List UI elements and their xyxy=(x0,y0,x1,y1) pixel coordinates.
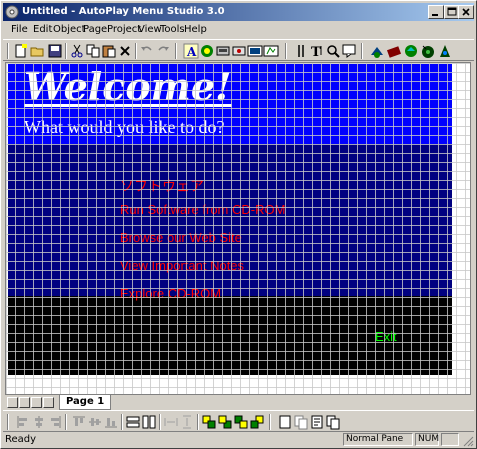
window-title: Untitled - AutoPlay Menu Studio 3.0 xyxy=(22,6,225,17)
image-object-icon[interactable] xyxy=(199,43,215,59)
app-window: Untitled - AutoPlay Menu Studio 3.0 File… xyxy=(0,0,477,449)
delete-icon[interactable] xyxy=(117,43,133,59)
menu-band xyxy=(8,144,452,296)
align-top-icon[interactable] xyxy=(71,414,87,430)
toolbar-separator xyxy=(135,43,137,59)
text-object-icon[interactable]: A xyxy=(183,43,199,59)
app-icon xyxy=(5,5,19,19)
same-width-icon[interactable] xyxy=(125,414,141,430)
menu-object[interactable]: Object xyxy=(53,23,86,37)
properties-icon[interactable] xyxy=(293,43,309,59)
last-page-icon[interactable] xyxy=(43,397,54,408)
menu-edit[interactable]: Edit xyxy=(33,23,52,37)
toolbar-separator xyxy=(65,414,67,430)
menu-bar: File Edit Object Page Project View Tools… xyxy=(3,22,474,38)
same-height-icon[interactable] xyxy=(141,414,157,430)
welcome-subtitle[interactable]: What would you like to do? xyxy=(24,117,224,138)
menu-item-view-notes[interactable]: View Important Notes xyxy=(120,258,244,273)
prev-page-icon[interactable] xyxy=(19,397,30,408)
status-pane-num: NUM xyxy=(415,433,439,446)
preview-icon[interactable] xyxy=(341,43,357,59)
space-vertical-icon[interactable] xyxy=(179,414,195,430)
menu-help[interactable]: Help xyxy=(184,23,207,37)
space-horizontal-icon[interactable] xyxy=(163,414,179,430)
bring-to-front-icon[interactable] xyxy=(201,414,217,430)
welcome-title[interactable]: Welcome! xyxy=(24,64,232,109)
tab-page-1[interactable]: Page 1 xyxy=(59,395,112,410)
page-tab-strip: Page 1 xyxy=(5,395,471,410)
toolbar-separator xyxy=(175,43,177,59)
toolbar-separator xyxy=(159,414,161,430)
toolbar-grip xyxy=(7,43,9,59)
exit-button[interactable]: Exit xyxy=(375,329,397,344)
menu-tools[interactable]: Tools xyxy=(160,23,185,37)
resize-grip-icon[interactable] xyxy=(462,435,474,447)
svg-text:T: T xyxy=(311,45,321,59)
help-icon[interactable] xyxy=(437,43,453,59)
video-object-icon[interactable] xyxy=(247,43,263,59)
build-icon[interactable] xyxy=(386,43,402,59)
text-tool-icon[interactable]: T xyxy=(309,43,325,59)
menu-page[interactable]: Page xyxy=(83,23,107,37)
design-canvas[interactable]: Welcome! What would you like to do? ソフトウ… xyxy=(5,62,471,395)
send-to-back-icon[interactable] xyxy=(217,414,233,430)
toolbar-grip xyxy=(7,414,9,430)
align-left-icon[interactable] xyxy=(15,414,31,430)
menu-item-browse-web[interactable]: Browse our Web Site xyxy=(120,230,242,245)
redo-icon[interactable] xyxy=(155,43,171,59)
title-bar[interactable]: Untitled - AutoPlay Menu Studio 3.0 xyxy=(3,3,474,21)
align-bottom-icon[interactable] xyxy=(103,414,119,430)
main-toolbar: A T xyxy=(3,39,474,61)
bring-forward-icon[interactable] xyxy=(233,414,249,430)
open-icon[interactable] xyxy=(30,43,46,59)
new-page-icon[interactable] xyxy=(277,414,293,430)
delete-page-icon[interactable] xyxy=(325,414,341,430)
menu-view[interactable]: View xyxy=(138,23,162,37)
flash-object-icon[interactable] xyxy=(263,43,279,59)
undo-icon[interactable] xyxy=(139,43,155,59)
svg-text:A: A xyxy=(186,45,197,59)
button-object-icon[interactable] xyxy=(215,43,231,59)
minimize-button[interactable] xyxy=(428,5,444,19)
menu-file[interactable]: File xyxy=(11,23,28,37)
status-pane-empty xyxy=(441,433,459,446)
zoom-icon[interactable] xyxy=(325,43,341,59)
align-middle-icon[interactable] xyxy=(87,414,103,430)
publish-icon[interactable] xyxy=(403,43,419,59)
cut-icon[interactable] xyxy=(69,43,85,59)
toolbar-separator xyxy=(269,414,271,430)
page-properties-icon[interactable] xyxy=(309,414,325,430)
save-icon[interactable] xyxy=(47,43,63,59)
duplicate-page-icon[interactable] xyxy=(293,414,309,430)
close-button[interactable] xyxy=(458,5,474,19)
new-icon[interactable] xyxy=(13,43,29,59)
align-right-icon[interactable] xyxy=(47,414,63,430)
align-toolbar xyxy=(3,410,474,432)
menu-project[interactable]: Project xyxy=(107,23,141,37)
toolbar-separator xyxy=(65,43,67,59)
paste-icon[interactable] xyxy=(101,43,117,59)
menu-item-software-japanese[interactable]: ソフトウェア xyxy=(120,176,204,196)
toolbar-separator xyxy=(285,43,287,59)
status-text: Ready xyxy=(5,434,37,445)
menu-page-stage: Welcome! What would you like to do? ソフトウ… xyxy=(8,64,452,384)
send-backward-icon[interactable] xyxy=(249,414,265,430)
toolbar-separator xyxy=(197,414,199,430)
toolbar-separator xyxy=(121,414,123,430)
align-center-icon[interactable] xyxy=(31,414,47,430)
status-pane-mode: Normal Pane xyxy=(343,433,413,446)
hotspot-object-icon[interactable] xyxy=(231,43,247,59)
status-bar: Ready Normal Pane NUM xyxy=(3,433,474,447)
menu-item-explore-cd[interactable]: Explore CD-ROM xyxy=(120,286,221,301)
next-page-icon[interactable] xyxy=(31,397,42,408)
run-icon[interactable] xyxy=(369,43,385,59)
cd-icon[interactable] xyxy=(420,43,436,59)
menu-item-run-software[interactable]: Run Software from CD-ROM xyxy=(120,202,285,217)
first-page-icon[interactable] xyxy=(7,397,18,408)
toolbar-separator xyxy=(361,43,363,59)
copy-icon[interactable] xyxy=(85,43,101,59)
